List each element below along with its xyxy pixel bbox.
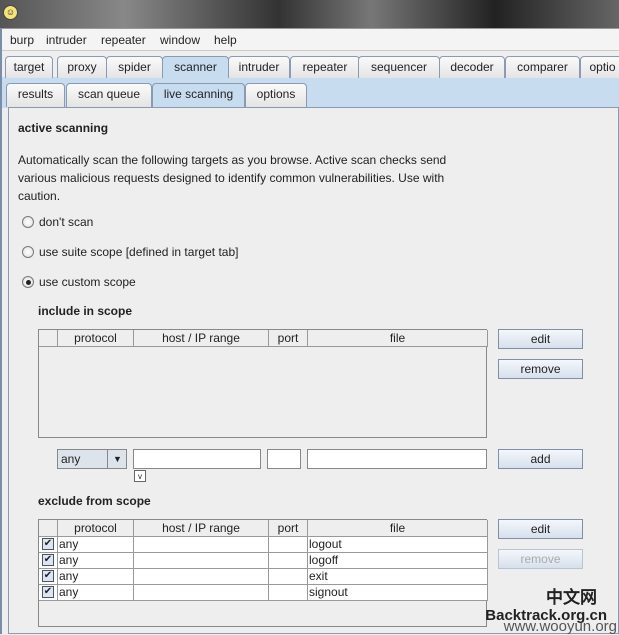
subtab-results[interactable]: results (6, 83, 65, 107)
protocol-value: any (61, 452, 81, 466)
host-cell (134, 537, 269, 553)
menu-help[interactable]: help (214, 33, 237, 47)
exclude-title: exclude from scope (38, 494, 151, 508)
tab-optio[interactable]: optio (580, 56, 619, 78)
enabled-cell: ✔ (39, 537, 58, 553)
enabled-cell: ✔ (39, 553, 58, 569)
host-cell (134, 585, 269, 601)
radio-label[interactable]: use custom scope (39, 275, 136, 289)
desktop-background (0, 0, 619, 28)
host-cell (134, 569, 269, 585)
radio-button[interactable] (22, 216, 34, 228)
include-edit-button[interactable]: edit (498, 329, 583, 349)
subtab-live-scanning[interactable]: live scanning (152, 83, 245, 107)
tab-target[interactable]: target (5, 56, 53, 78)
tab-spider[interactable]: spider (106, 56, 163, 78)
column-header[interactable]: host / IP range (134, 330, 269, 347)
exclude-edit-button[interactable]: edit (498, 519, 583, 539)
column-header[interactable]: file (308, 520, 488, 537)
radio-label[interactable]: don't scan (39, 215, 93, 229)
column-header[interactable]: protocol (58, 520, 134, 537)
port-cell (269, 569, 308, 585)
menu-repeater[interactable]: repeater (101, 33, 146, 47)
menu-bar (2, 29, 619, 51)
column-header[interactable] (39, 520, 58, 537)
include-title: include in scope (38, 304, 133, 318)
add-button[interactable]: add (498, 449, 583, 469)
protocol-select[interactable]: any ▼ (57, 449, 127, 469)
host-input[interactable] (133, 449, 261, 469)
include-table[interactable]: protocol host / IP range port file (38, 329, 488, 438)
file-cell: logoff (308, 553, 488, 569)
subtab-options[interactable]: options (245, 83, 307, 107)
file-cell: signout (308, 585, 488, 601)
watermark-line: www.wooyun.org (503, 618, 617, 635)
checkbox[interactable]: ✔ (42, 554, 54, 566)
watermark-line: 中文网 (546, 588, 597, 607)
column-header[interactable] (39, 330, 58, 347)
section-title: active scanning (18, 121, 109, 135)
description: Automatically scan the following targets… (18, 151, 446, 205)
checkbox[interactable]: ✔ (42, 570, 54, 582)
protocol-cell: any (58, 537, 134, 553)
column-header[interactable]: protocol (58, 330, 134, 347)
radio-button[interactable] (22, 246, 34, 258)
checkbox[interactable]: ✔ (42, 586, 54, 598)
protocol-cell: any (58, 569, 134, 585)
radio-button[interactable] (22, 276, 34, 288)
table-row[interactable]: ✔ any exit (39, 569, 488, 585)
column-header[interactable]: port (269, 520, 308, 537)
column-header[interactable]: host / IP range (134, 520, 269, 537)
file-cell: exit (308, 569, 488, 585)
exclude-table[interactable]: protocol host / IP range port file ✔ any logou… (38, 519, 488, 627)
table-row[interactable]: ✔ any signout (39, 585, 488, 601)
autocomplete-icon[interactable]: v (134, 470, 146, 482)
app-logo-icon: ☺ (3, 5, 18, 20)
port-input[interactable] (267, 449, 301, 469)
radio-label[interactable]: use suite scope [defined in target tab] (39, 245, 238, 259)
subtab-scan-queue[interactable]: scan queue (66, 83, 152, 107)
menu-window[interactable]: window (160, 33, 200, 47)
description-line: various malicious requests designed to i… (18, 171, 445, 185)
table-row[interactable]: ✔ any logoff (39, 553, 488, 569)
enabled-cell: ✔ (39, 585, 58, 601)
column-header[interactable]: port (269, 330, 308, 347)
tab-decoder[interactable]: decoder (439, 56, 505, 78)
watermark: 中文网 Backtrack.org.cn www.wooyun.org (485, 589, 617, 634)
checkbox[interactable]: ✔ (42, 538, 54, 550)
tab-comparer[interactable]: comparer (505, 56, 580, 78)
port-cell (269, 553, 308, 569)
table-row[interactable]: ✔ any logout (39, 537, 488, 553)
chevron-down-icon[interactable]: ▼ (107, 450, 127, 468)
enabled-cell: ✔ (39, 569, 58, 585)
tab-intruder[interactable]: intruder (228, 56, 290, 78)
description-line: caution. (18, 189, 61, 203)
description-line: Automatically scan the following targets… (18, 153, 447, 167)
tab-repeater[interactable]: repeater (290, 56, 360, 78)
tab-proxy[interactable]: proxy (57, 56, 107, 78)
tab-sequencer[interactable]: sequencer (358, 56, 440, 78)
menu-burp[interactable]: burp (10, 33, 34, 47)
host-cell (134, 553, 269, 569)
protocol-cell: any (58, 553, 134, 569)
protocol-cell: any (58, 585, 134, 601)
exclude-remove-button: remove (498, 549, 583, 569)
port-cell (269, 585, 308, 601)
tab-scanner[interactable]: scanner (162, 56, 229, 78)
file-cell: logout (308, 537, 488, 553)
menu-intruder[interactable]: intruder (46, 33, 87, 47)
include-remove-button[interactable]: remove (498, 359, 583, 379)
port-cell (269, 537, 308, 553)
file-input[interactable] (307, 449, 487, 469)
column-header[interactable]: file (308, 330, 488, 347)
